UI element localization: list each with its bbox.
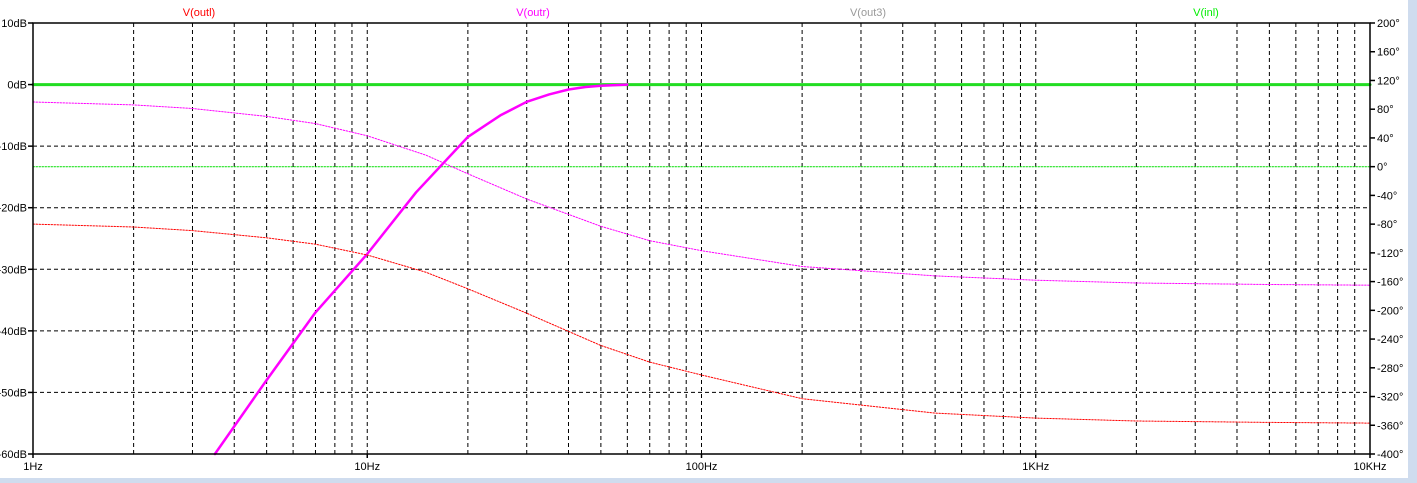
right-tick-label: -120° [1377,248,1403,260]
left-tick-label: -30dB [0,264,27,276]
legend-entry: V(out3) [850,7,886,19]
left-tick-label: -40dB [0,326,27,338]
right-tick-label: -360° [1377,420,1403,432]
right-tick-label: 40° [1377,133,1394,145]
right-tick-label: -240° [1377,334,1403,346]
x-tick-label: 10KHz [1353,461,1386,473]
right-tick-label: -160° [1377,277,1403,289]
left-tick-label: 0dB [7,80,27,92]
plot-background [0,0,1417,483]
window-bottom-border [0,478,1417,483]
x-tick-label: 10Hz [354,461,380,473]
right-tick-label: -80° [1377,219,1397,231]
right-tick-label: -320° [1377,392,1403,404]
left-tick-label: 10dB [1,18,27,30]
x-tick-label: 1KHz [1022,461,1049,473]
window-right-border [1408,0,1417,483]
legend-entry: V(outl) [183,7,215,19]
right-tick-label: 80° [1377,104,1394,116]
x-tick-label: 100Hz [686,461,718,473]
x-tick-label: 1Hz [23,461,43,473]
left-tick-label: -20dB [0,203,27,215]
right-tick-label: -40° [1377,190,1397,202]
left-tick-label: -60dB [0,449,27,461]
right-tick-label: 200° [1377,18,1400,30]
left-tick-label: -50dB [0,387,27,399]
right-tick-label: -280° [1377,363,1403,375]
left-tick-label: -10dB [0,141,27,153]
right-tick-label: 160° [1377,47,1400,59]
right-tick-label: -400° [1377,449,1403,461]
right-tick-label: -200° [1377,305,1403,317]
right-tick-label: 120° [1377,75,1400,87]
legend-entry: V(inl) [1193,7,1219,19]
bode-plot-pane[interactable]: 10dB 0dB -10dB -20dB -30dB -40dB -50dB -60dB 20… [0,0,1417,483]
right-tick-label: 0° [1377,162,1388,174]
legend-entry: V(outr) [516,7,550,19]
